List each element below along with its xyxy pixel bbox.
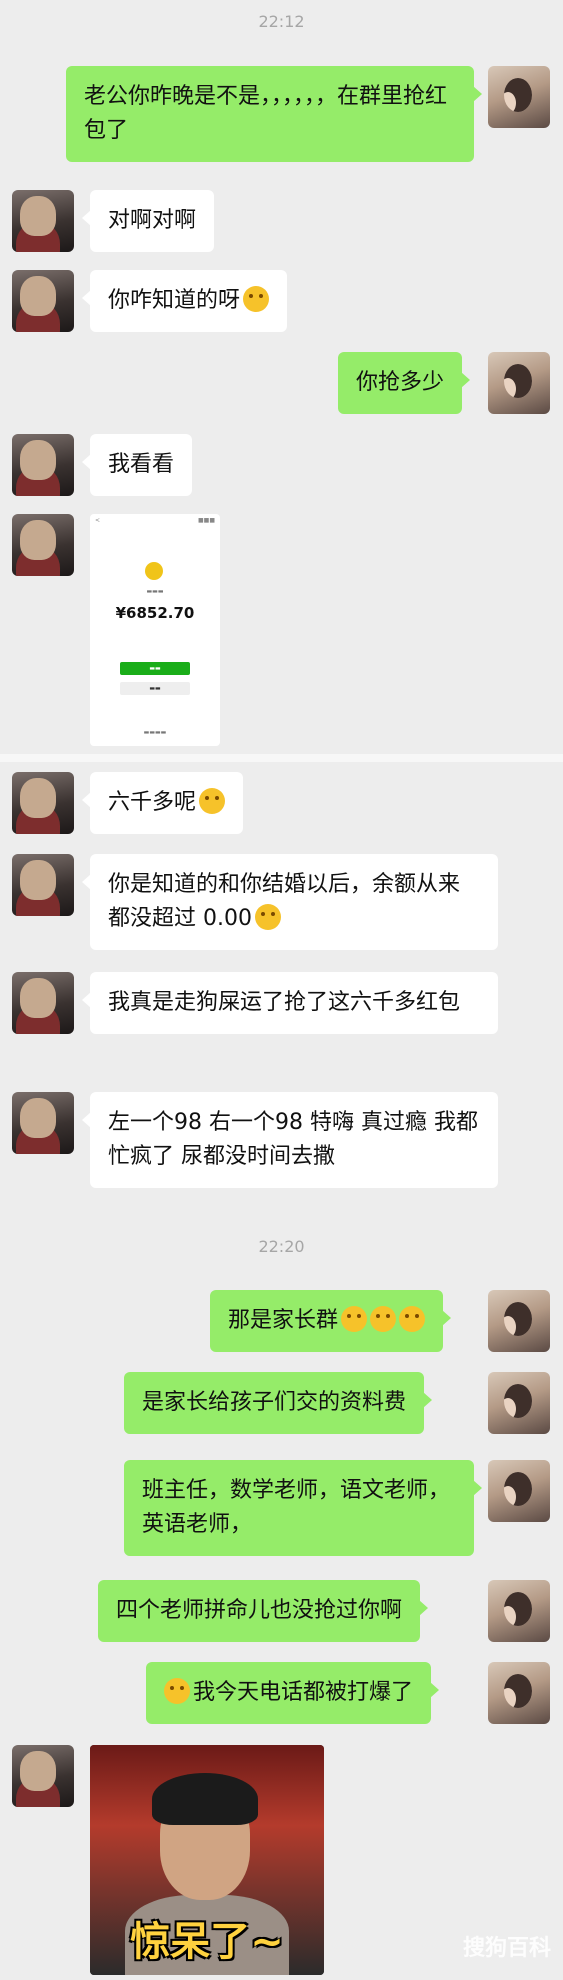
thinking-face-emoji-icon (199, 788, 226, 814)
message-text: 四个老师拼命儿也没抢过你啊 (116, 1598, 403, 1623)
message-text: 班主任，数学老师，语文老师，英语老师， (142, 1478, 451, 1537)
screenshot-green-button: ▬▬ (120, 662, 190, 675)
husband-avatar[interactable] (12, 190, 74, 252)
message-bubble-sent[interactable]: 老公你昨晚是不是，，，，，，在群里抢红包了 (66, 66, 482, 162)
wife-avatar[interactable] (488, 1372, 550, 1434)
husband-avatar[interactable] (12, 1092, 74, 1154)
husband-avatar[interactable] (12, 270, 74, 332)
tongue-face-emoji-icon (399, 1306, 426, 1332)
wife-avatar[interactable] (488, 1662, 550, 1724)
watermark: 搜狗百科 (462, 1936, 551, 1961)
message-text: 左一个98 右一个98 特嗨 真过瘾 我都忙疯了 尿都没时间去撒 (108, 1110, 478, 1169)
husband-avatar[interactable] (12, 772, 74, 834)
wallet-screenshot-image[interactable]: < ■■■ ▬▬▬ ¥6852.70 ▬▬ ▬▬ ▬▬▬▬ (90, 514, 220, 746)
image-divider (0, 754, 563, 762)
husband-avatar[interactable] (12, 854, 74, 916)
wallet-coin-icon (145, 562, 163, 580)
message-text: 我真是走狗屎运了抢了这六千多红包 (108, 990, 461, 1015)
message-text: 我今天电话都被打爆了 (193, 1680, 414, 1705)
message-text: 对啊对啊 (108, 208, 197, 233)
husband-avatar[interactable] (12, 434, 74, 496)
timestamp: 22:20 (258, 1237, 305, 1256)
tongue-face-emoji-icon (341, 1306, 368, 1332)
tongue-face-emoji-icon (370, 1306, 397, 1332)
wife-avatar[interactable] (488, 66, 550, 128)
message-bubble-received[interactable]: 我看看 (81, 434, 193, 496)
message-bubble-sent[interactable]: 那是家长群 (210, 1290, 452, 1352)
message-text: 六千多呢 (108, 790, 197, 815)
message-bubble-received[interactable]: 六千多呢 (81, 772, 244, 834)
smirking-face-emoji-icon (164, 1678, 190, 1704)
message-bubble-sent[interactable]: 是家长给孩子们交的资料费 (124, 1372, 433, 1434)
message-text: 那是家长群 (228, 1308, 339, 1333)
wife-avatar[interactable] (488, 1460, 550, 1522)
wife-avatar[interactable] (488, 1580, 550, 1642)
husband-avatar[interactable] (12, 972, 74, 1034)
laughing-face-emoji-icon (254, 904, 281, 930)
message-text: 老公你昨晚是不是，，，，，，在群里抢红包了 (84, 84, 448, 143)
message-text: 我看看 (108, 452, 175, 477)
shocked-meme-image[interactable]: 惊呆了~ (90, 1745, 324, 1975)
message-bubble-received[interactable]: 你咋知道的呀 (81, 270, 288, 332)
screenshot-status-bar: < ■■■ (95, 517, 215, 524)
message-text: 你是知道的和你结婚以后，余额从来都没超过 0.00 (108, 872, 461, 931)
message-text: 你抢多少 (356, 370, 445, 395)
screenshot-label: ▬▬▬ (146, 588, 164, 595)
timestamp: 22:12 (258, 12, 305, 31)
message-bubble-received[interactable]: 我真是走狗屎运了抢了这六千多红包 (82, 972, 498, 1034)
message-bubble-received[interactable]: 对啊对啊 (81, 190, 215, 252)
message-bubble-received[interactable]: 左一个98 右一个98 特嗨 真过瘾 我都忙疯了 尿都没时间去撒 (82, 1092, 498, 1188)
wife-avatar[interactable] (488, 1290, 550, 1352)
meme-caption: 惊呆了~ (130, 1919, 284, 1965)
smiling-face-emoji-icon (243, 286, 270, 312)
message-bubble-sent[interactable]: 你抢多少 (338, 352, 471, 414)
husband-avatar[interactable] (12, 514, 74, 576)
screenshot-grey-button: ▬▬ (120, 682, 190, 695)
husband-avatar[interactable] (12, 1745, 74, 1807)
message-bubble-sent[interactable]: 四个老师拼命儿也没抢过你啊 (98, 1580, 429, 1642)
message-bubble-sent[interactable]: 班主任，数学老师，语文老师，英语老师， (124, 1460, 482, 1556)
screenshot-footer: ▬▬▬▬ (143, 729, 167, 736)
message-bubble-sent[interactable]: 我今天电话都被打爆了 (146, 1662, 440, 1724)
message-text: 是家长给孩子们交的资料费 (142, 1390, 407, 1415)
message-bubble-received[interactable]: 你是知道的和你结婚以后，余额从来都没超过 0.00 (82, 854, 498, 950)
message-text: 你咋知道的呀 (108, 288, 241, 313)
wallet-balance: ¥6852.70 (115, 604, 195, 622)
meme-person-hair (152, 1773, 258, 1825)
wife-avatar[interactable] (488, 352, 550, 414)
